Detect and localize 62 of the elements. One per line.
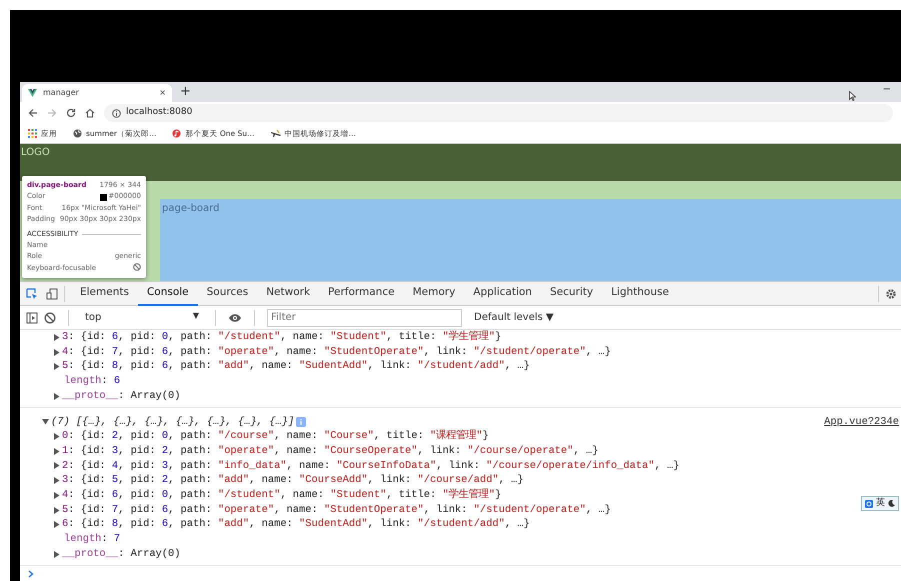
console-entry: 3: {id: 5, pid: 2, path: "add", name: "CourseAdd", link: "/course/add", …}	[62, 473, 524, 488]
proto-property: __proto__: Array(0)	[62, 388, 180, 404]
cursor-icon	[849, 91, 856, 101]
not-allowed-icon	[133, 262, 141, 271]
eye-icon[interactable]	[228, 312, 242, 322]
inspect-icon[interactable]	[26, 288, 38, 300]
device-toggle-icon[interactable]	[46, 288, 58, 300]
devtools-tab[interactable]: Elements	[71, 282, 138, 306]
tab-title: manager	[43, 87, 80, 99]
console-entry: 4: {id: 6, pid: 0, path: "/student", name: "Student", title: "学生管理"}	[62, 488, 502, 503]
length-property: length: 6	[64, 374, 120, 389]
vue-logo-icon	[28, 89, 37, 97]
context-select[interactable]: top ▼	[81, 310, 203, 325]
reload-icon[interactable]	[66, 108, 76, 118]
length-property: length: 7	[64, 532, 120, 547]
music-note-icon	[172, 129, 182, 138]
minimize-button[interactable]: −	[882, 82, 891, 97]
home-icon[interactable]	[85, 108, 95, 118]
apps-grid-icon	[28, 129, 37, 138]
ime-mode-label: 英	[876, 497, 885, 510]
devtools-tab[interactable]: Security	[540, 282, 602, 306]
logo-text: LOGO	[21, 146, 51, 160]
devtools-tab[interactable]: Sources	[198, 282, 258, 306]
log-levels-dropdown[interactable]: Default levels ▼	[468, 309, 560, 326]
prompt-chevron-icon	[28, 570, 34, 578]
console-entry: 5: {id: 7, pid: 6, path: "operate", name: "StudentOperate", link: "/student/operate", …}	[62, 502, 611, 518]
console-entry: 6: {id: 8, pid: 6, path: "add", name: "SudentAdd", link: "/student/add", …}	[62, 517, 530, 532]
new-tab-button[interactable]: +	[180, 84, 191, 102]
back-icon[interactable]	[28, 108, 38, 118]
close-tab-button[interactable]: ×	[159, 87, 166, 99]
console-entry: 2: {id: 4, pid: 3, path: "info_data", name: "CourseInfoData", link: "/course/operate/info_data", …}	[62, 458, 680, 474]
expand-toggle-icon[interactable]	[53, 550, 60, 558]
settings-icon[interactable]	[885, 288, 897, 300]
globe-icon	[73, 129, 82, 138]
devtools-tab[interactable]: Console	[138, 282, 198, 306]
ime-logo-icon	[865, 500, 873, 508]
proto-property: __proto__: Array(0)	[62, 546, 180, 562]
console-entry: 5: {id: 8, pid: 6, path: "add", name: "SudentAdd", link: "/student/add", …}	[62, 359, 530, 374]
devtools-tab[interactable]: Network	[257, 282, 320, 306]
devtools-tab[interactable]: Memory	[404, 282, 464, 306]
ime-toolbar[interactable]: 英	[861, 496, 899, 511]
address-text: localhost:8080	[126, 106, 192, 120]
console-entry: 0: {id: 2, pid: 0, path: "/course", name: "Course", title: "课程管理"}	[62, 429, 489, 444]
filter-field[interactable]: Filter	[267, 308, 462, 326]
clear-console-icon[interactable]	[44, 312, 56, 324]
devtools-tab[interactable]: Application	[464, 282, 541, 306]
array-summary: (7) [{…}, {…}, {…}, {…}, {…}, {…}, {…}]	[51, 414, 294, 430]
console-entry: 1: {id: 3, pid: 2, path: "operate", name: "CourseOperate", link: "/course/operate", …}	[62, 444, 598, 459]
moon-icon	[888, 500, 895, 507]
devtools-tab[interactable]: Performance	[319, 282, 404, 306]
console-entry: 3: {id: 6, pid: 0, path: "/student", name: "Student", title: "学生管理"}	[62, 330, 502, 345]
console-entry: 4: {id: 7, pid: 6, path: "operate", name: "StudentOperate", link: "/student/operate", …}	[62, 344, 611, 360]
expand-toggle-icon[interactable]	[42, 418, 49, 426]
address-bar[interactable]: localhost:8080	[104, 104, 893, 122]
info-icon	[112, 108, 121, 118]
board-label: page-board	[162, 203, 220, 214]
browser-tab[interactable]: manager ×	[22, 84, 172, 102]
sidebar-toggle-icon[interactable]	[26, 312, 38, 324]
source-link[interactable]: App.vue?234e	[824, 414, 901, 430]
info-badge-icon	[296, 416, 306, 427]
expand-toggle-icon[interactable]	[53, 392, 60, 400]
devtools-tab[interactable]: Lighthouse	[602, 282, 678, 306]
